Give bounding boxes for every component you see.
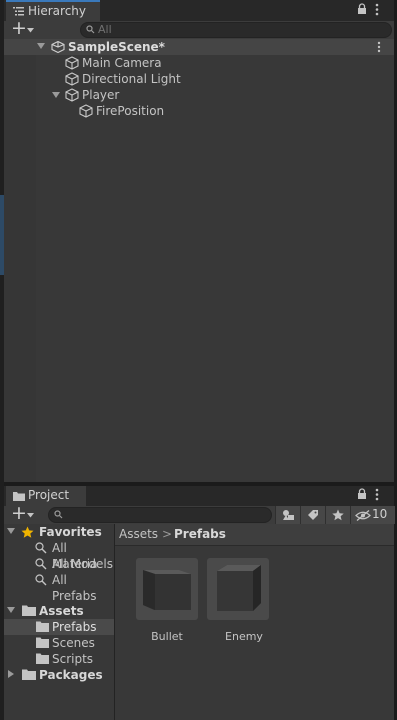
search-icon <box>35 558 47 570</box>
asset-label: Enemy <box>225 630 263 643</box>
scene-name: SampleScene* <box>68 40 165 54</box>
chevron-down-icon <box>27 513 34 518</box>
chevron-down-icon[interactable] <box>37 43 45 50</box>
unity-scene-icon <box>51 41 65 53</box>
more-icon[interactable] <box>377 41 381 53</box>
project-folder-tree: Favorites All Materia All Models All Pre… <box>4 524 115 720</box>
gameobject-icon <box>65 56 79 70</box>
scene-row[interactable]: SampleScene* <box>4 39 394 55</box>
chevron-down-icon[interactable] <box>52 92 60 99</box>
create-button[interactable]: + <box>9 502 39 524</box>
filter-by-type-button[interactable] <box>275 506 300 524</box>
hidden-packages-toggle[interactable]: 10 <box>350 506 395 524</box>
tab-label: Hierarchy <box>28 4 87 18</box>
search-icon <box>35 574 47 586</box>
favorites-filter-button[interactable] <box>325 506 350 524</box>
hierarchy-item[interactable]: FirePosition <box>4 103 394 119</box>
hierarchy-panel: Hierarchy + All SampleScene* Main Camera… <box>4 0 394 482</box>
search-icon <box>86 25 95 34</box>
filter-icon <box>283 510 294 520</box>
folder-icon <box>36 637 49 648</box>
folder-icon <box>22 605 36 616</box>
asset-tile[interactable]: Bullet <box>127 558 207 658</box>
create-button[interactable]: + <box>9 17 39 39</box>
hierarchy-item[interactable]: Directional Light <box>4 71 394 87</box>
hierarchy-item[interactable]: Main Camera <box>4 55 394 71</box>
hierarchy-toolbar: + All <box>4 17 394 39</box>
prefab-thumbnail <box>136 558 198 620</box>
folder-icon <box>36 653 49 664</box>
asset-tile[interactable]: Enemy <box>204 558 284 658</box>
more-icon[interactable] <box>375 3 379 16</box>
list-icon <box>13 7 24 16</box>
search-icon <box>35 542 47 554</box>
folder-icon <box>36 621 49 632</box>
cube-icon <box>143 570 191 610</box>
assets-header[interactable]: Assets <box>4 603 114 619</box>
breadcrumb-root[interactable]: Assets <box>119 527 158 541</box>
prefab-thumbnail <box>207 558 269 620</box>
folder-item-scenes[interactable]: Scenes <box>4 635 114 651</box>
favorites-item[interactable]: All Materia <box>4 540 114 571</box>
asset-label: Bullet <box>151 630 183 643</box>
search-icon <box>54 510 63 519</box>
tag-icon <box>308 510 318 520</box>
favorites-header[interactable]: Favorites <box>4 524 114 540</box>
project-asset-area: Assets > Prefabs Bullet Enemy <box>115 524 394 720</box>
gameobject-icon <box>79 104 93 118</box>
hidden-count: 10 <box>372 507 388 521</box>
breadcrumb: Assets > Prefabs <box>115 524 394 546</box>
folder-item-prefabs[interactable]: Prefabs <box>4 619 114 635</box>
lock-icon[interactable] <box>357 488 367 500</box>
star-icon <box>332 509 344 521</box>
breadcrumb-current[interactable]: Prefabs <box>174 527 226 541</box>
eye-hidden-icon <box>355 510 371 521</box>
gameobject-icon <box>65 72 79 86</box>
gameobject-icon <box>65 88 79 102</box>
filter-by-label-button[interactable] <box>300 506 325 524</box>
favorites-item[interactable]: All Models <box>4 556 114 572</box>
favorites-item[interactable]: All Prefabs <box>4 572 114 603</box>
chevron-right-icon[interactable] <box>8 670 15 679</box>
more-icon[interactable] <box>375 488 379 501</box>
hierarchy-search-input[interactable]: All <box>80 22 392 38</box>
project-toolbar: + 10 <box>4 502 395 524</box>
cube-icon <box>217 565 261 611</box>
chevron-down-icon <box>27 28 34 33</box>
lock-icon[interactable] <box>357 3 367 15</box>
folder-icon <box>13 492 25 501</box>
star-icon <box>21 526 34 538</box>
chevron-down-icon[interactable] <box>7 607 15 614</box>
project-panel: Project + 10 Favorites All Materia All M… <box>4 486 395 720</box>
project-search-input[interactable] <box>48 507 272 523</box>
hierarchy-item[interactable]: Player <box>4 87 394 103</box>
breadcrumb-separator: > <box>162 527 173 541</box>
folder-icon <box>22 669 36 680</box>
chevron-down-icon[interactable] <box>7 528 15 535</box>
packages-header[interactable]: Packages <box>4 667 114 683</box>
tab-label: Project <box>28 488 70 502</box>
folder-item-scripts[interactable]: Scripts <box>4 651 114 667</box>
